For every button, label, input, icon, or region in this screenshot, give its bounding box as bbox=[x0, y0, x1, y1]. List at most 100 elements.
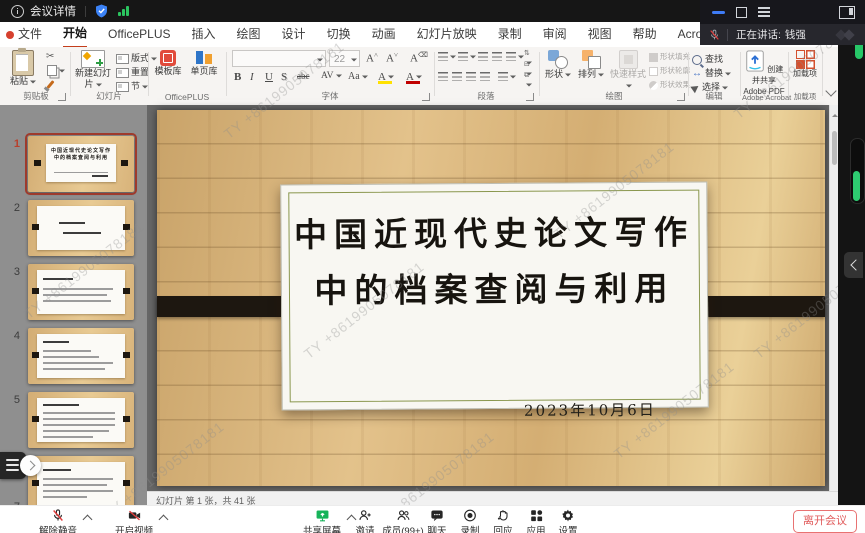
align-center-button[interactable] bbox=[452, 71, 462, 81]
minimize-icon[interactable] bbox=[712, 11, 725, 14]
create-pdf-button[interactable]: 创建并共享 Adobe PDF bbox=[742, 50, 786, 97]
chevron-down-icon bbox=[598, 73, 604, 79]
meeting-details-button[interactable]: 会议详情 bbox=[30, 3, 76, 19]
bold-button[interactable]: B bbox=[234, 71, 241, 83]
scroll-up-icon[interactable] bbox=[832, 111, 838, 117]
template-library-button[interactable]: 模板库 bbox=[152, 50, 184, 77]
slide-thumbnail-4[interactable] bbox=[28, 328, 134, 384]
drawing-dialog-launcher[interactable] bbox=[677, 93, 685, 101]
justify-button[interactable] bbox=[480, 71, 490, 81]
scrollbar-thumb[interactable] bbox=[832, 131, 837, 165]
record-indicator-dot bbox=[6, 31, 14, 39]
character-spacing-button[interactable]: AV bbox=[321, 71, 342, 81]
arrange-button[interactable]: 排列 bbox=[576, 50, 606, 80]
font-color-button[interactable]: A bbox=[406, 71, 422, 83]
expand-panel-button[interactable] bbox=[844, 252, 863, 278]
slide-title-card[interactable]: 中国近现代史论文写作 中的档案查阅与利用 2023年10月6日 bbox=[280, 182, 709, 411]
slide-thumbnail-3[interactable] bbox=[28, 264, 134, 320]
members-icon bbox=[395, 508, 412, 523]
tab-home[interactable]: 开始 bbox=[63, 21, 87, 49]
slide-thumbnail-5[interactable] bbox=[28, 392, 134, 448]
new-slide-button[interactable]: 新建幻灯片 bbox=[72, 50, 114, 90]
align-left-button[interactable] bbox=[438, 71, 448, 81]
addins-group-label: 加载项 bbox=[790, 91, 820, 102]
shape-outline-label: 形状轮廓 bbox=[660, 66, 690, 75]
speaker-name: 钱强 bbox=[785, 27, 806, 42]
tab-record[interactable]: 录制 bbox=[498, 22, 522, 47]
replace-button[interactable]: ↔替换 bbox=[692, 66, 731, 79]
tab-design[interactable]: 设计 bbox=[282, 22, 306, 47]
paragraph-dialog-launcher[interactable] bbox=[526, 93, 534, 101]
screen: 文件 开始 OfficePLUS 插入 绘图 设计 切换 动画 幻灯片放映 录制… bbox=[0, 0, 865, 533]
list-view-icon[interactable] bbox=[758, 7, 770, 17]
slide-thumbnail-6[interactable] bbox=[28, 456, 134, 505]
canvas-scrollbar[interactable] bbox=[829, 105, 838, 513]
drawer-handle[interactable] bbox=[20, 455, 41, 476]
scissors-icon: ✂ bbox=[46, 51, 54, 62]
italic-button[interactable]: I bbox=[250, 71, 254, 83]
panel-toggle-icon[interactable] bbox=[839, 6, 855, 19]
decrease-font-button[interactable]: A˅ bbox=[386, 51, 398, 65]
text-shadow-button[interactable]: S bbox=[281, 71, 287, 83]
paste-button[interactable]: 粘贴 bbox=[6, 50, 40, 87]
underline-button[interactable]: U bbox=[265, 71, 273, 83]
line-spacing-button[interactable] bbox=[506, 51, 524, 61]
tab-view[interactable]: 视图 bbox=[588, 22, 612, 47]
bullets-button[interactable] bbox=[438, 51, 456, 61]
shape-effects-button[interactable]: 形状效果 bbox=[649, 79, 690, 90]
find-label: 查找 bbox=[705, 54, 723, 64]
leave-meeting-button[interactable]: 离开会议 bbox=[793, 510, 857, 533]
align-right-button[interactable] bbox=[466, 71, 476, 81]
change-case-button[interactable]: Aa bbox=[348, 71, 368, 82]
strikethrough-button[interactable]: abc bbox=[297, 71, 310, 81]
tab-officeplus[interactable]: OfficePLUS bbox=[108, 22, 170, 47]
tab-help[interactable]: 帮助 bbox=[633, 22, 657, 47]
collapse-ribbon-icon[interactable] bbox=[825, 85, 836, 96]
addins-button[interactable]: 加载项 bbox=[790, 50, 820, 79]
format-painter-button[interactable] bbox=[49, 79, 52, 89]
increase-font-icon: A bbox=[366, 53, 374, 65]
start-video-button[interactable]: 开启视频 bbox=[106, 508, 162, 533]
numbering-button[interactable] bbox=[458, 51, 476, 61]
chevron-down-icon bbox=[416, 76, 422, 82]
font-name-combobox[interactable] bbox=[232, 50, 326, 67]
ribbon-group-addins: 加载项 加载项 bbox=[790, 47, 820, 105]
shapes-button[interactable]: 形状 bbox=[543, 50, 573, 80]
unmute-button[interactable]: 解除静音 bbox=[30, 508, 86, 533]
cut-button[interactable]: ✂ bbox=[46, 51, 54, 62]
tab-transitions[interactable]: 切换 bbox=[327, 22, 351, 47]
shape-outline-button[interactable]: 形状轮廓 bbox=[649, 65, 690, 76]
copy-button[interactable] bbox=[47, 65, 65, 76]
clear-format-button[interactable]: A⌫ bbox=[410, 51, 428, 65]
tab-file[interactable]: 文件 bbox=[18, 22, 42, 47]
tab-animations[interactable]: 动画 bbox=[372, 22, 396, 47]
quick-styles-button[interactable]: 快速样式 bbox=[608, 50, 648, 91]
window-view-icon[interactable] bbox=[736, 7, 747, 18]
reset-button[interactable]: 重置 bbox=[116, 65, 149, 78]
find-button[interactable]: 查找 bbox=[692, 52, 723, 65]
slide-thumbnail-1[interactable]: 中国近现代史论文写作 中的档案查阅与利用 bbox=[28, 136, 134, 192]
current-slide[interactable]: 中国近现代史论文写作 中的档案查阅与利用 2023年10月6日 bbox=[157, 110, 825, 486]
highlight-color-button[interactable]: A bbox=[378, 71, 394, 83]
font-size-combobox[interactable]: 22 bbox=[329, 50, 360, 67]
settings-button[interactable]: 设置 bbox=[544, 508, 592, 533]
paragraph-group-label: 段落 bbox=[436, 90, 536, 102]
columns-button[interactable] bbox=[498, 71, 516, 81]
tab-draw[interactable]: 绘图 bbox=[237, 22, 261, 47]
slide-thumbnail-2[interactable] bbox=[28, 200, 134, 256]
font-dialog-launcher[interactable] bbox=[422, 93, 430, 101]
clipboard-dialog-launcher[interactable] bbox=[58, 93, 66, 101]
thumb-paper bbox=[37, 334, 125, 378]
page-library-button[interactable]: 单页库 bbox=[188, 50, 220, 77]
tab-slideshow[interactable]: 幻灯片放映 bbox=[417, 22, 477, 47]
increase-indent-button[interactable] bbox=[492, 51, 502, 61]
meeting-logo-icon bbox=[835, 29, 857, 41]
decrease-indent-button[interactable] bbox=[478, 51, 488, 61]
tab-insert[interactable]: 插入 bbox=[192, 22, 216, 47]
smartart-convert-button[interactable]: ⧉ bbox=[524, 71, 536, 91]
thumb-text-line bbox=[43, 294, 107, 296]
adobe-pdf-icon bbox=[745, 50, 765, 72]
increase-font-button[interactable]: A˄ bbox=[366, 51, 378, 65]
shape-fill-button[interactable]: 形状填充 bbox=[649, 51, 690, 62]
tab-review[interactable]: 审阅 bbox=[543, 22, 567, 47]
